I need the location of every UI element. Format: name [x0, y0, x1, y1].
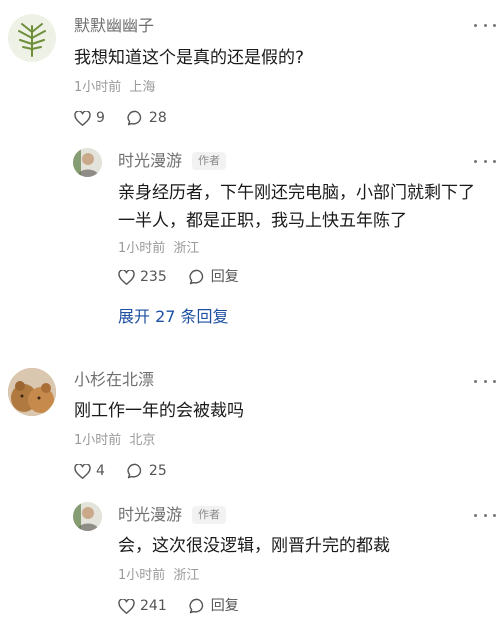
author-avatar-image: [73, 502, 102, 531]
comment-text: 刚工作一年的会被裁吗: [74, 401, 244, 421]
more-icon[interactable]: [474, 374, 496, 388]
comment-icon: [189, 598, 203, 614]
more-icon[interactable]: [474, 154, 496, 168]
like-count: 4: [96, 463, 105, 479]
comment-text: 我想知道这个是真的还是假的?: [74, 48, 305, 68]
reply-button[interactable]: 回复: [189, 596, 239, 616]
avatar[interactable]: [73, 148, 102, 177]
comment-actions: 4 25: [74, 461, 189, 481]
reply-text-line: 一半人，都是正职，我马上快五年陈了: [118, 211, 407, 231]
comment-icon: [127, 463, 142, 479]
reply-actions: 235 回复: [118, 267, 261, 287]
reply-author-name[interactable]: 时光漫游: [118, 151, 182, 170]
comment-time: 1小时前: [74, 433, 122, 448]
reply-location: 浙江: [173, 241, 200, 256]
heart-icon: [74, 110, 91, 126]
avatar[interactable]: [8, 14, 56, 62]
reply-text: 会，这次很没逻辑，刚晋升完的都裁: [118, 532, 390, 560]
reply-author: 时光漫游 作者: [118, 150, 227, 172]
avatar[interactable]: [8, 368, 56, 416]
reply-label: 回复: [210, 269, 239, 285]
comment-location: 上海: [129, 80, 156, 95]
comment-author[interactable]: 默默幽幽子: [74, 15, 154, 37]
reply-count: 28: [148, 110, 167, 126]
reply-actions: 241 回复: [118, 596, 261, 616]
author-badge: 作者: [192, 506, 227, 524]
author-badge: 作者: [192, 152, 227, 170]
reply-text-line: 会，这次很没逻辑，刚晋升完的都裁: [118, 536, 390, 556]
like-button[interactable]: 235: [118, 267, 167, 287]
reply-text: 亲身经历者，下午刚还完电脑，小部门就剩下了 一半人，都是正职，我马上快五年陈了: [118, 179, 493, 235]
like-count: 9: [96, 110, 105, 126]
avatar[interactable]: [73, 502, 102, 531]
heart-icon: [74, 463, 91, 479]
reply-text-line: 亲身经历者，下午刚还完电脑，小部门就剩下了: [118, 183, 475, 203]
like-button[interactable]: 241: [118, 596, 167, 616]
expand-replies-link[interactable]: 展开 27 条回复: [118, 306, 229, 328]
reply-meta: 1小时前 浙江: [118, 240, 199, 258]
reply-count-button[interactable]: 28: [127, 108, 167, 128]
bear-toy-avatar-image: [8, 368, 56, 416]
like-button[interactable]: 9: [74, 108, 105, 128]
palm-leaf-avatar-image: [8, 14, 56, 62]
comment-meta: 1小时前 上海: [74, 79, 155, 97]
author-avatar-image: [73, 148, 102, 177]
reply-time: 1小时前: [118, 241, 166, 256]
reply-meta: 1小时前 浙江: [118, 567, 199, 585]
reply-author: 时光漫游 作者: [118, 504, 227, 526]
like-count: 235: [140, 269, 167, 285]
comment-actions: 9 28: [74, 108, 189, 128]
more-icon[interactable]: [474, 508, 496, 522]
reply-time: 1小时前: [118, 568, 166, 583]
like-count: 241: [140, 598, 167, 614]
heart-icon: [118, 598, 135, 614]
comment-time: 1小时前: [74, 80, 122, 95]
comment-icon: [189, 269, 203, 285]
comment-author[interactable]: 小杉在北漂: [74, 369, 154, 391]
heart-icon: [118, 269, 135, 285]
reply-button[interactable]: 回复: [189, 267, 239, 287]
reply-author-name[interactable]: 时光漫游: [118, 505, 182, 524]
reply-label: 回复: [210, 598, 239, 614]
more-icon[interactable]: [474, 18, 496, 32]
comment-location: 北京: [129, 433, 156, 448]
comment-icon: [127, 110, 142, 126]
reply-location: 浙江: [173, 568, 200, 583]
comment-meta: 1小时前 北京: [74, 432, 155, 450]
reply-count: 25: [148, 463, 167, 479]
reply-count-button[interactable]: 25: [127, 461, 167, 481]
like-button[interactable]: 4: [74, 461, 105, 481]
